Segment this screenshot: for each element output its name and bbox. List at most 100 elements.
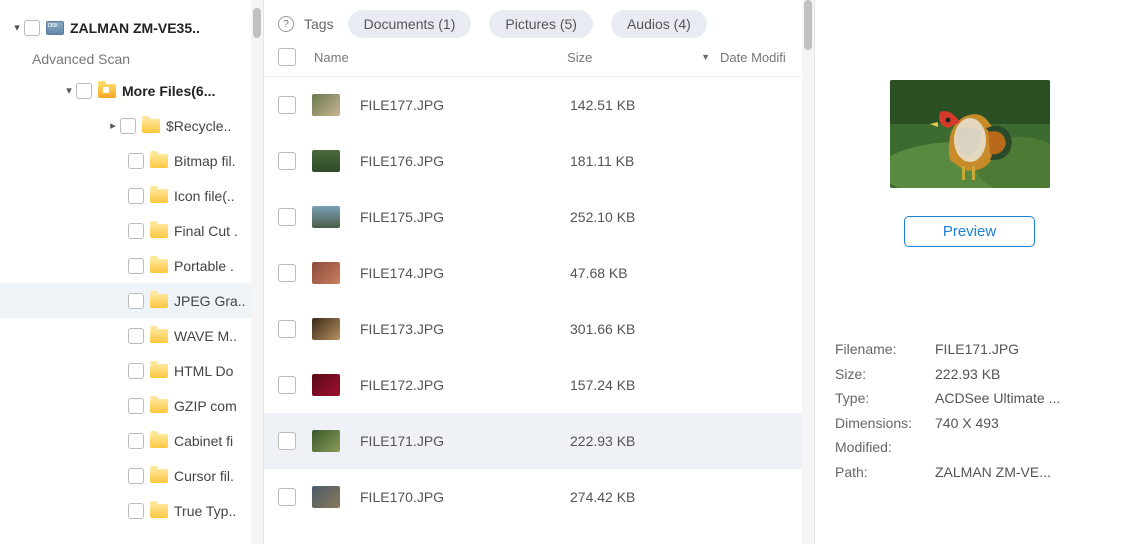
- tag-documents[interactable]: Documents (1): [348, 10, 472, 38]
- folder-checkbox[interactable]: [128, 223, 144, 239]
- sidebar-scrollbar[interactable]: [251, 0, 263, 544]
- file-thumbnail: [312, 374, 340, 396]
- folder-label: GZIP com: [174, 398, 237, 414]
- folder-icon: [150, 224, 168, 238]
- select-all-checkbox[interactable]: [278, 48, 296, 66]
- folder-checkbox[interactable]: [128, 468, 144, 484]
- meta-key-size: Size:: [835, 362, 935, 387]
- tree-drive-row[interactable]: ▾ ZALMAN ZM-VE35..: [0, 10, 263, 45]
- folder-checkbox[interactable]: [128, 503, 144, 519]
- chevron-down-icon[interactable]: ▾: [62, 84, 76, 97]
- tree-folder-row[interactable]: Cabinet fi: [0, 423, 263, 458]
- file-row[interactable]: FILE170.JPG274.42 KB: [264, 469, 814, 525]
- file-checkbox[interactable]: [278, 152, 296, 170]
- folder-checkbox[interactable]: [128, 188, 144, 204]
- file-checkbox[interactable]: [278, 96, 296, 114]
- file-checkbox[interactable]: [278, 320, 296, 338]
- file-name: FILE176.JPG: [360, 153, 570, 169]
- folder-checkbox[interactable]: [128, 328, 144, 344]
- file-checkbox[interactable]: [278, 208, 296, 226]
- file-name: FILE173.JPG: [360, 321, 570, 337]
- tree-folder-row[interactable]: Final Cut .: [0, 213, 263, 248]
- folder-label: Bitmap fil.: [174, 153, 235, 169]
- file-row[interactable]: FILE173.JPG301.66 KB: [264, 301, 814, 357]
- file-name: FILE177.JPG: [360, 97, 570, 113]
- file-size: 274.42 KB: [570, 489, 720, 505]
- file-size: 142.51 KB: [570, 97, 720, 113]
- file-row[interactable]: FILE172.JPG157.24 KB: [264, 357, 814, 413]
- meta-key-dimensions: Dimensions:: [835, 411, 935, 436]
- tree-more-files-row[interactable]: ▾ More Files(6...: [0, 73, 263, 108]
- file-row[interactable]: FILE177.JPG142.51 KB: [264, 77, 814, 133]
- filelist-scrollbar[interactable]: [802, 0, 814, 544]
- preview-thumbnail: [890, 80, 1050, 188]
- advanced-scan-label[interactable]: Advanced Scan: [0, 45, 263, 73]
- preview-button[interactable]: Preview: [904, 216, 1035, 247]
- tree-folder-row[interactable]: Portable .: [0, 248, 263, 283]
- tree-folder-row[interactable]: Cursor fil.: [0, 458, 263, 493]
- tags-label: Tags: [304, 16, 334, 32]
- folder-icon: [150, 504, 168, 518]
- help-icon[interactable]: ?: [278, 16, 294, 32]
- drive-checkbox[interactable]: [24, 20, 40, 36]
- file-size: 301.66 KB: [570, 321, 720, 337]
- file-thumbnail: [312, 318, 340, 340]
- folder-checkbox[interactable]: [128, 258, 144, 274]
- file-checkbox[interactable]: [278, 432, 296, 450]
- file-row[interactable]: FILE171.JPG222.93 KB: [264, 413, 814, 469]
- file-checkbox[interactable]: [278, 376, 296, 394]
- tree-recycle-row[interactable]: ▸ $Recycle..: [0, 108, 263, 143]
- tree-folder-row[interactable]: GZIP com: [0, 388, 263, 423]
- sidebar-scroll-thumb[interactable]: [253, 8, 261, 38]
- file-checkbox[interactable]: [278, 488, 296, 506]
- file-name: FILE172.JPG: [360, 377, 570, 393]
- file-size: 157.24 KB: [570, 377, 720, 393]
- folder-label: $Recycle..: [166, 118, 231, 134]
- folder-icon: [150, 154, 168, 168]
- folder-checkbox[interactable]: [128, 363, 144, 379]
- preview-metadata: Filename:FILE171.JPG Size:222.93 KB Type…: [835, 337, 1104, 484]
- folder-icon: [150, 434, 168, 448]
- file-thumbnail: [312, 262, 340, 284]
- folder-label: WAVE M..: [174, 328, 237, 344]
- file-name: FILE175.JPG: [360, 209, 570, 225]
- meta-val-filename: FILE171.JPG: [935, 337, 1104, 362]
- drive-label: ZALMAN ZM-VE35..: [70, 20, 200, 36]
- file-checkbox[interactable]: [278, 264, 296, 282]
- file-row[interactable]: FILE175.JPG252.10 KB: [264, 189, 814, 245]
- chevron-down-icon[interactable]: ▾: [10, 21, 24, 34]
- folder-label: HTML Do: [174, 363, 233, 379]
- tree-folder-row[interactable]: HTML Do: [0, 353, 263, 388]
- folder-checkbox[interactable]: [128, 153, 144, 169]
- file-thumbnail: [312, 486, 340, 508]
- filelist-scroll-thumb[interactable]: [804, 0, 812, 50]
- meta-key-type: Type:: [835, 386, 935, 411]
- folder-label: JPEG Gra..: [174, 293, 246, 309]
- tree-folder-row[interactable]: Icon file(..: [0, 178, 263, 213]
- folder-checkbox[interactable]: [128, 293, 144, 309]
- tag-audios[interactable]: Audios (4): [611, 10, 707, 38]
- meta-val-modified: [935, 435, 1104, 460]
- chevron-right-icon[interactable]: ▸: [106, 119, 120, 132]
- folder-label: Icon file(..: [174, 188, 235, 204]
- folder-checkbox[interactable]: [128, 433, 144, 449]
- tree-folder-row[interactable]: WAVE M..: [0, 318, 263, 353]
- tree-folder-row[interactable]: JPEG Gra..: [0, 283, 263, 318]
- folder-checkbox[interactable]: [128, 398, 144, 414]
- tree-folder-row[interactable]: Bitmap fil.: [0, 143, 263, 178]
- tag-pictures[interactable]: Pictures (5): [489, 10, 593, 38]
- folder-icon: [150, 294, 168, 308]
- column-name[interactable]: Name: [314, 50, 567, 65]
- file-row[interactable]: FILE176.JPG181.11 KB: [264, 133, 814, 189]
- file-thumbnail: [312, 150, 340, 172]
- file-row[interactable]: FILE174.JPG47.68 KB: [264, 245, 814, 301]
- file-size: 252.10 KB: [570, 209, 720, 225]
- column-date[interactable]: Date Modifi: [720, 50, 800, 65]
- folder-checkbox[interactable]: [76, 83, 92, 99]
- tree-folder-row[interactable]: True Typ..: [0, 493, 263, 528]
- folder-label: Cabinet fi: [174, 433, 233, 449]
- column-size[interactable]: Size: [567, 50, 717, 65]
- more-files-label: More Files(6...: [122, 83, 215, 99]
- sort-caret-icon[interactable]: ▼: [701, 52, 710, 62]
- folder-checkbox[interactable]: [120, 118, 136, 134]
